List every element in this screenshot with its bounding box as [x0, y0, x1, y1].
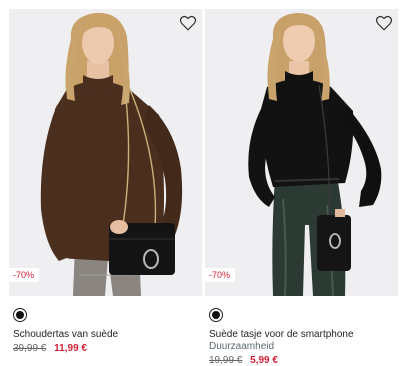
price-row: 19,99 € 5,99 €	[205, 354, 398, 366]
product-card[interactable]: -70% Schoudertas van suède 39,99 € 11,99…	[9, 9, 202, 356]
color-swatches	[205, 304, 398, 326]
sale-price: 11,99 €	[54, 343, 87, 354]
product-image[interactable]: -70%	[205, 9, 398, 296]
discount-badge: -70%	[205, 268, 236, 282]
sale-price: 5,99 €	[250, 355, 278, 366]
sustainability-label: Duurzaamheid	[209, 341, 275, 352]
price-row: 39,99 € 11,99 €	[9, 342, 202, 356]
swatch-dot	[16, 311, 24, 319]
product-image[interactable]: -70%	[9, 9, 202, 296]
model-photo	[248, 13, 382, 296]
product-name[interactable]: Suède tasje voor de smartphone	[205, 328, 398, 341]
color-swatch-black[interactable]	[13, 308, 27, 322]
wishlist-heart-icon[interactable]	[179, 14, 197, 32]
product-name[interactable]: Schoudertas van suède	[9, 328, 202, 341]
wishlist-heart-icon[interactable]	[375, 14, 393, 32]
old-price: 39,99 €	[13, 343, 47, 354]
discount-badge: -70%	[9, 268, 40, 282]
swatch-dot	[212, 311, 220, 319]
old-price: 19,99 €	[209, 355, 243, 366]
model-photo	[40, 12, 183, 296]
product-grid: -70% Schoudertas van suède 39,99 € 11,99…	[0, 0, 405, 366]
product-card[interactable]: -70% Suède tasje voor de smartphone Duur…	[205, 9, 398, 366]
color-swatches	[9, 304, 202, 326]
color-swatch-black[interactable]	[209, 308, 223, 322]
